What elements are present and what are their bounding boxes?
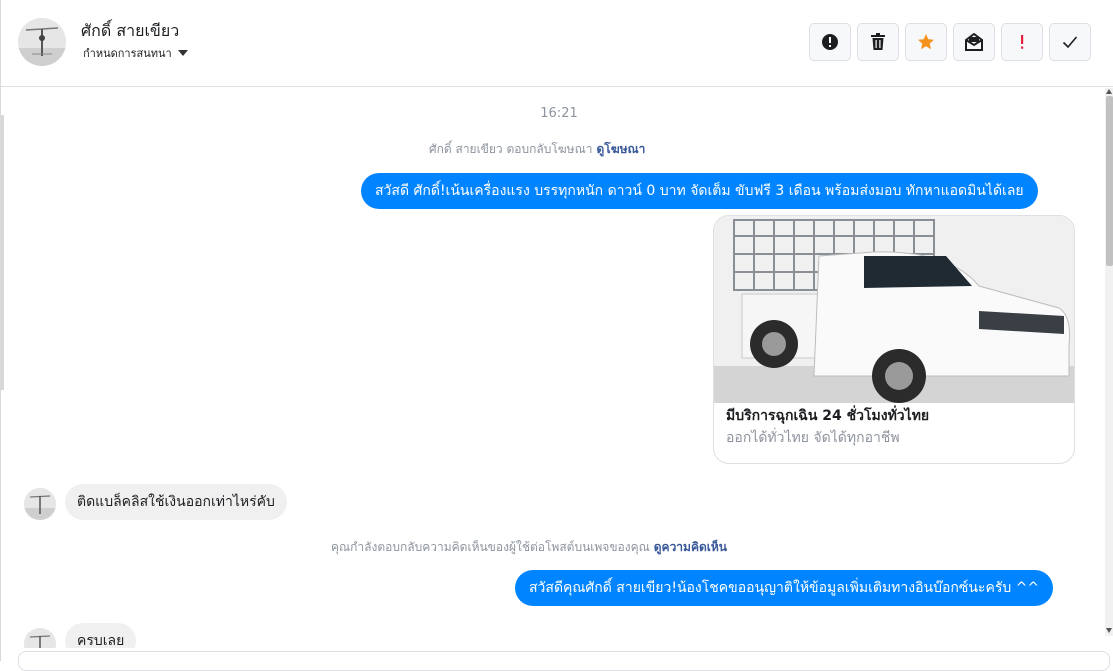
scroll-down-icon[interactable] [1106,628,1112,633]
spam-button[interactable] [1001,23,1043,61]
view-ad-link[interactable]: ดูโฆษณา [596,142,645,156]
incoming-message[interactable]: ติดแบล็คลิสใช้เงินออกเท่าไหร่คับ [65,484,287,520]
messenger-window: ศักดิ์ สายเขียว กำหนดการสนทนา 16:21 ศักด… [0,0,1113,671]
view-comment-link[interactable]: ดูความคิดเห็น [654,540,727,554]
ad-reply-notice-text: ศักดิ์ สายเขียว ตอบกลับโฆษณา [429,142,593,156]
conversation-status-label: กำหนดการสนทนา [83,47,172,60]
trash-icon [871,33,885,50]
scroll-up-icon[interactable] [1106,89,1112,94]
ad-card[interactable]: มีบริการฉุกเฉิน 24 ชั่วโมงทั่วไทย ออกได้… [713,215,1075,464]
ad-image [714,216,1074,403]
star-button[interactable] [905,23,947,61]
conversation-status-dropdown[interactable]: กำหนดการสนทนา [83,44,188,62]
comment-reply-notice: คุณกำลังตอบกลับความคิดเห็นของผู้ใช้ต่อโพ… [331,538,727,557]
incoming-message[interactable]: ครบเลย [65,623,137,648]
thread-scrollbar[interactable] [1105,88,1113,636]
done-button[interactable] [1049,23,1091,61]
conversation-header: ศักดิ์ สายเขียว กำหนดการสนทนา [1,0,1113,87]
star-icon [918,34,934,50]
outgoing-message[interactable]: สวัสดีคุณศักดิ์ สายเขียว!น้องโชคขออนุญาต… [515,570,1054,606]
mark-unread-button[interactable] [953,23,995,61]
contact-avatar-small[interactable] [24,628,56,648]
ad-reply-notice: ศักดิ์ สายเขียว ตอบกลับโฆษณา ดูโฆษณา [429,140,645,159]
delete-button[interactable] [857,23,899,61]
contact-name[interactable]: ศักดิ์ สายเขียว [81,19,179,44]
mail-icon [965,33,983,51]
contact-avatar-small[interactable] [24,488,56,520]
outgoing-message[interactable]: สวัสดี ศักดิ์!เน้นเครื่องแรง บรรทุกหนัก … [361,173,1038,209]
message-composer[interactable] [18,651,1110,671]
message-thread: 16:21 ศักดิ์ สายเขียว ตอบกลับโฆษณา ดูโฆษณ… [1,88,1105,648]
ad-subtitle: ออกได้ทั่วไทย จัดได้ทุกอาชีพ [726,430,900,446]
report-button[interactable] [809,23,851,61]
contact-avatar[interactable] [18,18,66,66]
exclamation-circle-icon [822,34,838,50]
check-icon [1062,36,1078,49]
caret-down-icon [177,50,188,56]
scroll-thumb[interactable] [1106,96,1113,266]
conversation-toolbar [809,23,1091,61]
exclamation-icon [1021,35,1024,49]
comment-reply-notice-text: คุณกำลังตอบกลับความคิดเห็นของผู้ใช้ต่อโพ… [331,540,650,554]
message-timestamp: 16:21 [540,106,578,121]
ad-title: มีบริการฉุกเฉิน 24 ชั่วโมงทั่วไทย [726,408,930,424]
